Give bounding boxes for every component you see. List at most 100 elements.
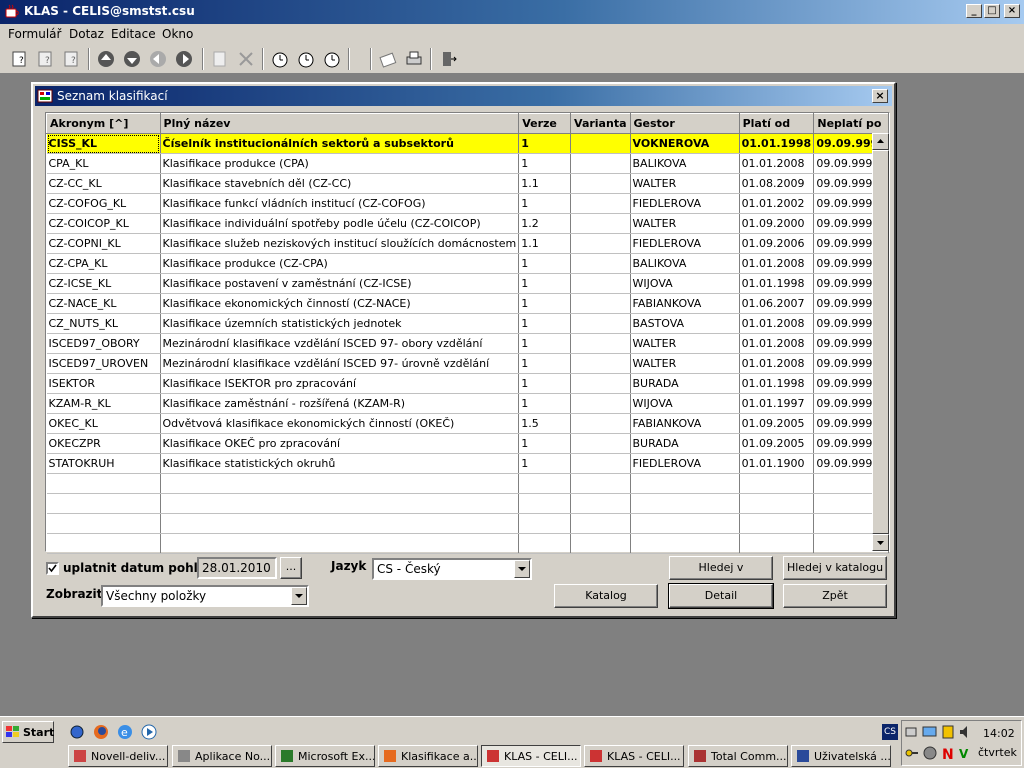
table-cell[interactable]: CZ-COICOP_KL [46,213,161,234]
table-cell[interactable]: Klasifikace individuální spotřeby podle … [160,213,520,234]
table-cell[interactable]: 01.01.1998 [739,373,815,394]
table-cell[interactable]: 1 [518,313,572,334]
table-cell[interactable] [570,353,631,374]
table-cell[interactable]: 01.01.1900 [739,453,815,474]
table-cell[interactable] [570,433,631,454]
exit-icon[interactable] [438,49,458,69]
table-cell[interactable]: CPA_KL [46,153,161,174]
table-row[interactable]: CZ_NUTS_KL Klasifikace územních statistic… [46,313,889,334]
last-record-icon[interactable] [122,49,142,69]
minimize-button[interactable]: _ [966,4,982,18]
table-cell[interactable]: WIJOVA [630,273,740,294]
table-cell[interactable]: 01.01.1998 [739,273,815,294]
taskbar-button[interactable]: Microsoft Ex... [275,745,375,767]
table-cell[interactable] [570,413,631,434]
table-cell[interactable]: FABIANKOVA [630,413,740,434]
table-row[interactable]: CPA_KL Klasifikace produkce (CPA) 1 BALIKOV… [46,153,889,174]
table-row[interactable]: KZAM-R_KL Klasifikace zaměstnání - rozšíř… [46,393,889,414]
firefox-icon[interactable] [92,723,110,741]
table-cell[interactable] [570,213,631,234]
table-cell[interactable]: Klasifikace služeb neziskových institucí… [160,233,520,254]
next-record-icon[interactable] [174,49,194,69]
language-dropdown-button[interactable] [514,560,530,578]
table-row[interactable]: ISCED97_UROVEN Mezinárodní klasifikace vz… [46,353,889,374]
status-icon[interactable] [922,745,938,761]
table-cell[interactable]: FIEDLEROVA [630,193,740,214]
table-cell[interactable]: 01.09.2005 [739,413,815,434]
table-cell[interactable]: 1.2 [518,213,572,234]
taskbar-button[interactable]: Uživatelská ... [791,745,891,767]
table-cell[interactable]: 1 [518,293,572,314]
taskbar-button[interactable]: Novell-deliv... [68,745,168,767]
table-cell[interactable]: WALTER [630,353,740,374]
table-cell[interactable]: 01.01.2008 [739,253,815,274]
table-row[interactable]: CZ-COICOP_KL Klasifikace individuální spo… [46,213,889,234]
table-cell[interactable]: WALTER [630,213,740,234]
table-cell[interactable]: CZ-COPNI_KL [46,233,161,254]
table-cell[interactable]: WALTER [630,333,740,354]
column-header-neplati-po[interactable]: Neplatí po [813,113,889,134]
taskbar-button[interactable]: KLAS - CELI... [481,745,581,767]
timer-icon[interactable] [296,49,316,69]
menu-dotaz[interactable]: Dotaz [69,27,104,41]
table-cell[interactable]: 01.09.2006 [739,233,815,254]
table-cell[interactable]: 01.01.2008 [739,333,815,354]
table-cell[interactable] [570,313,631,334]
table-cell[interactable] [570,453,631,474]
table-cell[interactable]: WALTER [630,173,740,194]
table-row[interactable]: ISEKTOR Klasifikace ISEKTOR pro zpracován… [46,373,889,394]
table-cell[interactable]: STATOKRUH [46,453,161,474]
table-cell[interactable]: Klasifikace statistických okruhů [160,453,520,474]
new-record-icon[interactable] [210,49,230,69]
key-icon[interactable] [904,745,920,761]
dialog-close-button[interactable]: × [872,89,888,103]
table-row[interactable]: OKEC_KL Odvětvová klasifikace ekonomickýc… [46,413,889,434]
table-cell[interactable]: OKECZPR [46,433,161,454]
scroll-up-button[interactable] [872,133,889,150]
apply-date-checkbox[interactable] [46,562,59,575]
table-cell[interactable]: Mezinárodní klasifikace vzdělání ISCED 9… [160,333,520,354]
search-catalog-button[interactable]: Hledej v katalogu [783,556,887,580]
table-cell[interactable]: BURADA [630,433,740,454]
table-cell[interactable] [570,133,631,154]
table-cell[interactable]: OKEC_KL [46,413,161,434]
view-date-field[interactable]: 28.01.2010 [197,557,277,579]
taskbar-button[interactable]: KLAS - CELI... [584,745,684,767]
search-items-button[interactable]: Hledej v položkách [669,556,773,596]
table-cell[interactable]: CZ_NUTS_KL [46,313,161,334]
table-row[interactable]: CZ-CC_KL Klasifikace stavebních děl (CZ-C… [46,173,889,194]
table-cell[interactable]: FIEDLEROVA [630,233,740,254]
query-icon[interactable]: ? [10,49,30,69]
internet-explorer-icon[interactable]: e [116,723,134,741]
table-cell[interactable]: Číselník institucionálních sektorů a sub… [160,133,520,154]
table-row[interactable]: CZ-CPA_KL Klasifikace produkce (CZ-CPA) 1 B… [46,253,889,274]
agent-icon[interactable] [940,724,956,740]
column-header-verze[interactable]: Verze [518,113,572,134]
table-row[interactable]: ISCED97_OBORY Mezinárodní klasifikace vzd… [46,333,889,354]
show-select[interactable]: Všechny položky [101,585,309,607]
table-cell[interactable]: 1 [518,153,572,174]
table-cell[interactable]: Klasifikace stavebních děl (CZ-CC) [160,173,520,194]
table-cell[interactable] [570,153,631,174]
table-cell[interactable]: CZ-ICSE_KL [46,273,161,294]
table-cell[interactable] [570,233,631,254]
maximize-button[interactable]: □ [984,4,1000,18]
column-header-akronym[interactable]: Akronym [^] [46,113,161,134]
table-cell[interactable]: Klasifikace ISEKTOR pro zpracování [160,373,520,394]
table-cell[interactable]: BALIKOVA [630,253,740,274]
table-cell[interactable]: CZ-COFOG_KL [46,193,161,214]
table-cell[interactable]: 1.5 [518,413,572,434]
table-cell[interactable]: 1.1 [518,233,572,254]
language-select[interactable]: CS - Český [372,558,532,580]
taskbar-button[interactable]: Total Comm... [688,745,788,767]
table-cell[interactable]: Klasifikace zaměstnání - rozšířená (KZAM… [160,393,520,414]
table-cell[interactable]: 1 [518,393,572,414]
table-cell[interactable]: 1 [518,273,572,294]
table-cell[interactable] [570,193,631,214]
table-row[interactable]: CZ-COFOG_KL Klasifikace funkcí vládních i… [46,193,889,214]
column-header-varianta[interactable]: Varianta [570,113,631,134]
table-cell[interactable] [570,253,631,274]
date-picker-button[interactable]: ... [280,557,302,579]
table-cell[interactable]: Klasifikace ekonomických činností (CZ-NA… [160,293,520,314]
monitor-icon[interactable] [922,724,938,740]
